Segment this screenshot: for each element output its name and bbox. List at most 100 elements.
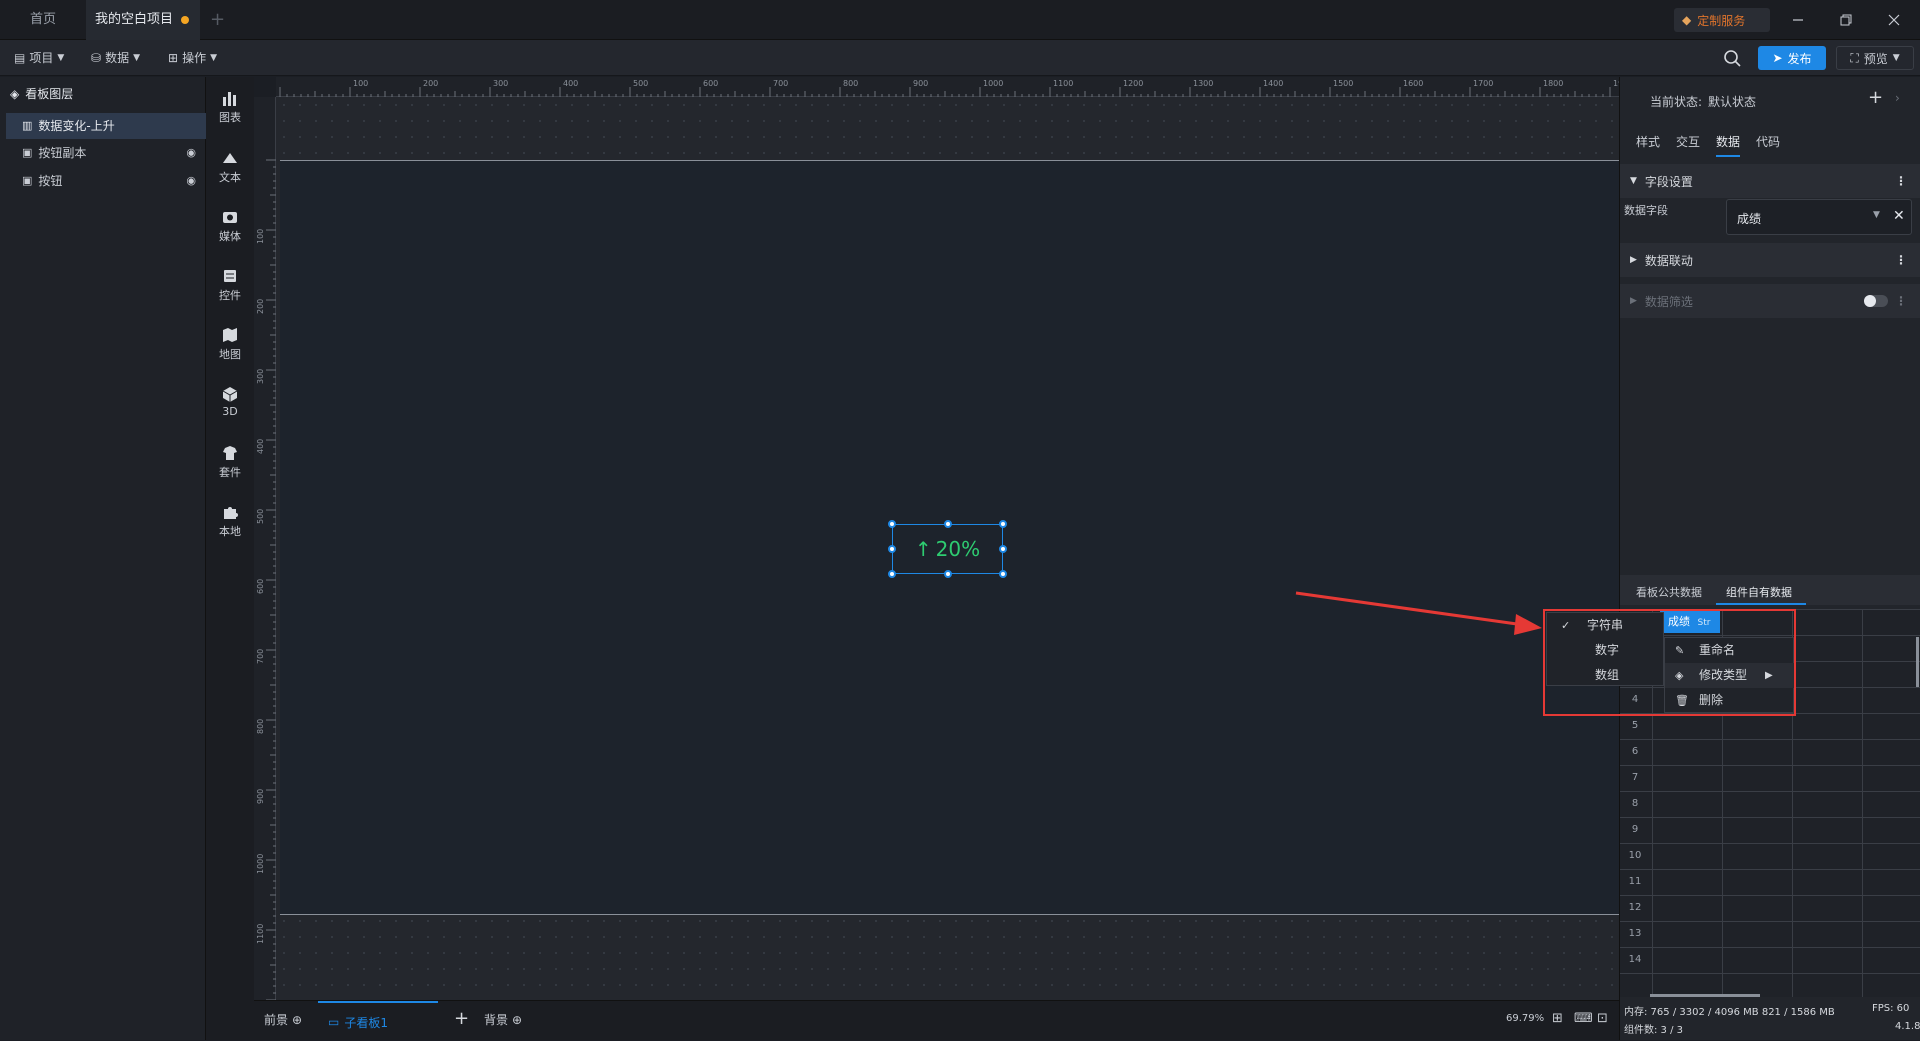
properties-panel: 当前状态: 默认状态 + › 样式 交互 数据 代码 ▼ 字段设置 ⋮ 数据字段…	[1619, 77, 1920, 1040]
data-field-select[interactable]: 成绩 ▼ ✕	[1726, 199, 1912, 235]
unsaved-indicator	[181, 16, 189, 24]
data-filter-section[interactable]: ▶ 数据筛选 ⋮	[1620, 284, 1920, 318]
ruler-label: 1400	[1263, 79, 1283, 88]
comp-label: 文本	[219, 171, 241, 184]
resize-handle[interactable]	[944, 570, 952, 578]
comp-chart[interactable]: 图表	[206, 85, 254, 135]
ruler-vertical: 100 200 300 400 500 600 700 800 900 1000 1100	[254, 97, 276, 1000]
data-change-widget[interactable]: ↑ 20%	[892, 524, 1003, 574]
data-linkage-section[interactable]: ▶ 数据联动 ⋮	[1620, 243, 1920, 277]
publish-button[interactable]: ➤ 发布	[1758, 46, 1826, 70]
layer-label: 数据变化-上升	[38, 119, 115, 133]
menu-project[interactable]: ▤ 项目 ▼	[14, 46, 64, 70]
more-icon[interactable]: ⋮	[1895, 174, 1907, 188]
close-window-button[interactable]	[1884, 10, 1904, 30]
comp-label: 本地	[219, 525, 241, 538]
add-circle-icon[interactable]: ⊕	[512, 1013, 522, 1027]
tab-home[interactable]: 首页	[0, 0, 86, 40]
ruler-label: 1000	[983, 79, 1003, 88]
chevron-down-icon[interactable]: ▼	[1873, 210, 1880, 220]
ruler-label: 200	[423, 79, 438, 88]
subboard-tab[interactable]: ▭ 子看板1	[318, 1001, 438, 1041]
state-value[interactable]: 默认状态	[1708, 93, 1756, 110]
resize-handle[interactable]	[999, 570, 1007, 578]
controls-icon	[224, 270, 236, 282]
tab-board-public-data[interactable]: 看板公共数据	[1636, 584, 1702, 600]
table-column-line	[1862, 609, 1863, 997]
search-icon[interactable]	[1722, 48, 1742, 68]
table-row-line	[1620, 895, 1920, 896]
comp-label: 3D	[222, 405, 238, 418]
data-linkage-title: 数据联动	[1644, 253, 1693, 268]
table-scrollbar-horizontal[interactable]	[1650, 994, 1760, 997]
layer-item-button-copy[interactable]: ▣ 按钮副本 ◉	[6, 140, 206, 166]
comp-text[interactable]: 文本	[206, 145, 254, 195]
resize-handle[interactable]	[944, 520, 952, 528]
menu-operations[interactable]: ⊞ 操作 ▼	[168, 46, 217, 70]
zoom-level[interactable]: 69.79%	[1506, 1013, 1544, 1024]
comp-controls[interactable]: 控件	[206, 263, 254, 313]
table-scrollbar[interactable]	[1916, 637, 1919, 687]
comp-kits[interactable]: 套件	[206, 440, 254, 490]
tab-style[interactable]: 样式	[1636, 127, 1660, 157]
minimize-button[interactable]	[1788, 10, 1808, 30]
menu-data-label: 数据	[105, 51, 130, 65]
table-row-line	[1620, 739, 1920, 740]
more-icon[interactable]: ⋮	[1895, 294, 1907, 308]
fit-screen-icon[interactable]: ⊞	[1552, 1011, 1563, 1026]
ruler-label: 900	[913, 79, 928, 88]
background-tab[interactable]: 背景 ⊕	[484, 1011, 522, 1028]
menu-data[interactable]: ⛁ 数据 ▼	[91, 46, 140, 70]
resize-handle[interactable]	[888, 570, 896, 578]
comp-label: 媒体	[219, 230, 241, 243]
tab-component-own-data[interactable]: 组件自有数据	[1726, 584, 1792, 600]
add-state-button[interactable]: +	[1868, 87, 1883, 108]
comp-3d[interactable]: 3D	[206, 381, 254, 431]
tab-data[interactable]: 数据	[1716, 127, 1741, 157]
restore-button[interactable]	[1836, 10, 1856, 30]
foreground-tab[interactable]: 前景 ⊕	[264, 1011, 302, 1028]
resize-handle[interactable]	[999, 545, 1007, 553]
layer-item-button[interactable]: ▣ 按钮 ◉	[6, 168, 206, 194]
keyboard-icon[interactable]: ⌨	[1574, 1011, 1593, 1026]
ruler-label: 100	[256, 229, 265, 244]
more-icon[interactable]: ⋮	[1895, 253, 1907, 267]
field-settings-section[interactable]: ▼ 字段设置 ⋮	[1620, 164, 1920, 198]
ruler-label: 1200	[1123, 79, 1143, 88]
add-circle-icon[interactable]: ⊕	[292, 1013, 302, 1027]
comp-map[interactable]: 地图	[206, 322, 254, 372]
ruler-label: 1100	[1053, 79, 1073, 88]
row-number: 7	[1631, 772, 1639, 783]
background-label: 背景	[484, 1013, 509, 1027]
eye-hidden-icon[interactable]: ◉	[186, 168, 196, 194]
clear-icon[interactable]: ✕	[1893, 208, 1905, 224]
add-subboard-button[interactable]: +	[454, 1009, 469, 1029]
resize-handle[interactable]	[999, 520, 1007, 528]
layer-item-data-change[interactable]: ▥ 数据变化-上升	[6, 113, 206, 139]
row-number: 12	[1628, 902, 1642, 913]
ruler-label: 1800	[1543, 79, 1563, 88]
chevron-right-icon[interactable]: ›	[1895, 91, 1900, 105]
text-icon	[223, 153, 237, 163]
resize-handle[interactable]	[888, 545, 896, 553]
terminal-icon[interactable]: ⊡	[1597, 1011, 1608, 1026]
field-settings-title: 字段设置	[1644, 174, 1693, 189]
resize-handle[interactable]	[888, 520, 896, 528]
comp-media[interactable]: 媒体	[206, 204, 254, 254]
puzzle-icon	[224, 507, 238, 519]
version-label: 4.1.8	[1895, 1021, 1920, 1032]
tab-interaction[interactable]: 交互	[1676, 127, 1700, 157]
new-tab-button[interactable]: +	[210, 10, 228, 30]
caret-right-icon: ▶	[1630, 296, 1637, 306]
tab-code[interactable]: 代码	[1756, 127, 1780, 157]
custom-service-button[interactable]: ◆ 定制服务	[1674, 8, 1770, 32]
ruler-label: 100	[353, 79, 368, 88]
eye-hidden-icon[interactable]: ◉	[186, 140, 196, 166]
comp-local[interactable]: 本地	[206, 499, 254, 549]
monitor-icon: ▭	[328, 1015, 340, 1029]
image-icon: ▣	[22, 146, 33, 159]
grid-icon: ⊞	[168, 51, 179, 65]
preview-button[interactable]: ⛶ 预览 ▼	[1836, 46, 1914, 70]
component-count: 组件数: 3 / 3	[1624, 1025, 1683, 1036]
chart-icon: ▥	[22, 119, 33, 132]
